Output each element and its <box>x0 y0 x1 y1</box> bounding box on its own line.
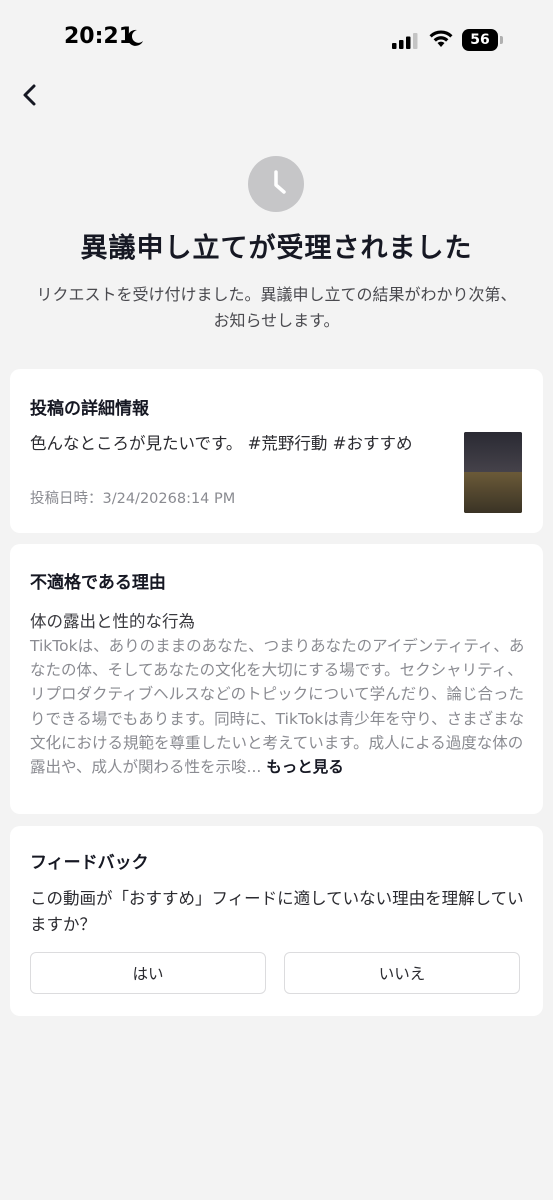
see-more-link[interactable]: もっと見る <box>266 758 344 776</box>
chevron-left-icon <box>23 84 36 106</box>
violation-name: 体の露出と性的な行為 <box>30 612 195 631</box>
wifi-icon <box>428 29 454 53</box>
back-button[interactable] <box>16 80 46 110</box>
status-bar: 20:21 56 <box>0 0 553 80</box>
yes-button[interactable]: はい <box>30 952 266 994</box>
no-button[interactable]: いいえ <box>284 952 520 994</box>
clock-icon <box>248 156 304 212</box>
feedback-card: フィードバック この動画が「おすすめ」フィードに適していない理由を理解しています… <box>10 826 543 1016</box>
page-title: 異議申し立てが受理されました <box>80 233 473 264</box>
cellular-signal-icon <box>392 33 418 53</box>
thumbnail-top <box>464 432 522 472</box>
post-details-card: 投稿の詳細情報 色んなところが見たいです。 #荒野行動 #おすすめ 投稿日時：3… <box>10 369 543 533</box>
post-caption: 色んなところが見たいです。 #荒野行動 #おすすめ <box>30 434 413 453</box>
violation-description-text: TikTokは、ありのままのあなた、つまりあなたのアイデンティティ、あなたの体、… <box>30 637 525 777</box>
reason-heading: 不適格である理由 <box>30 573 166 593</box>
feedback-question: この動画が「おすすめ」フィードに適していない理由を理解していますか？ <box>30 889 524 934</box>
video-thumbnail[interactable] <box>464 432 522 513</box>
thumbnail-bottom <box>464 472 522 513</box>
moon-icon <box>126 29 144 51</box>
battery-tip <box>500 36 503 44</box>
post-date: 投稿日時：3/24/20268:14 PM <box>30 491 236 507</box>
battery-indicator: 56 <box>462 29 498 51</box>
post-details-heading: 投稿の詳細情報 <box>30 399 149 419</box>
status-time: 20:21 <box>64 24 135 49</box>
page-subtitle: リクエストを受け付けました。異議申し立ての結果がわかり次第、お知らせします。 <box>36 285 517 330</box>
feedback-heading: フィードバック <box>30 853 149 873</box>
violation-description: TikTokは、ありのままのあなた、つまりあなたのアイデンティティ、あなたの体、… <box>30 634 526 779</box>
ineligibility-reason-card: 不適格である理由 体の露出と性的な行為 TikTokは、ありのままのあなた、つま… <box>10 544 543 814</box>
